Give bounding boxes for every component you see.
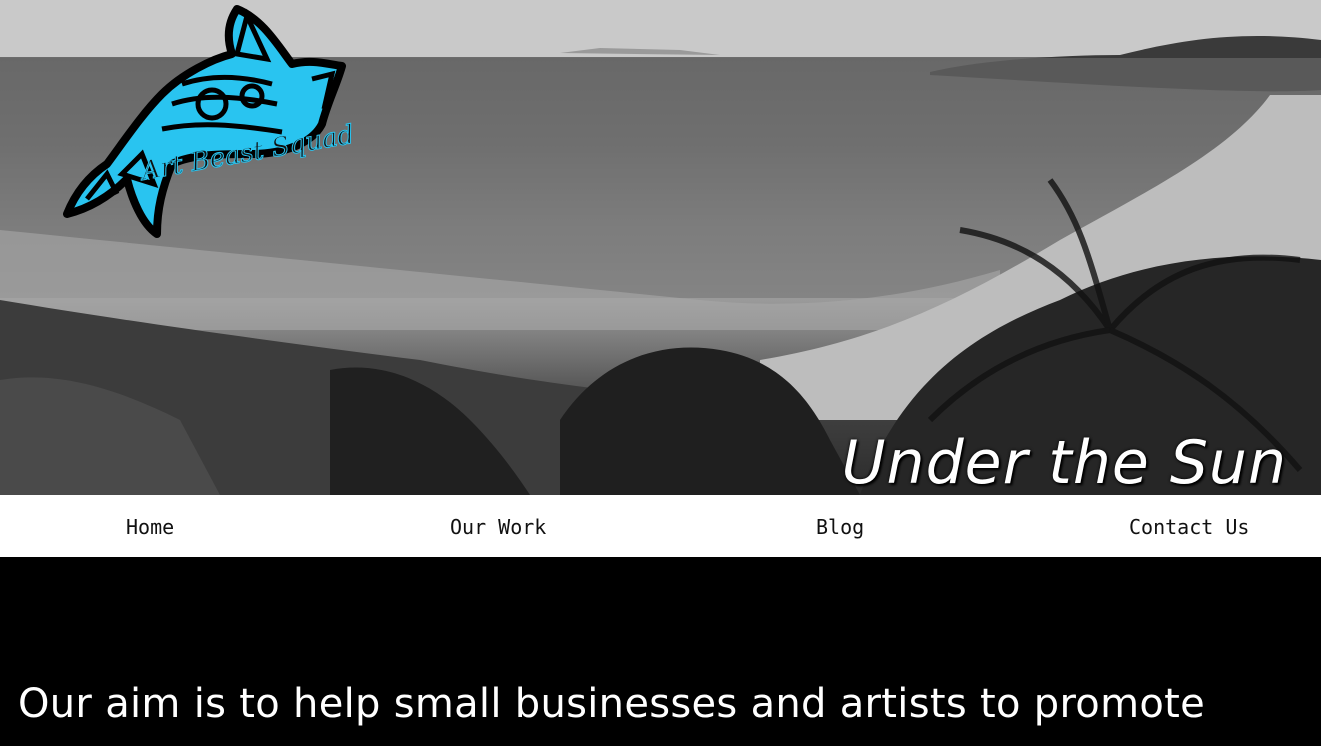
nav-blog[interactable]: Blog bbox=[816, 495, 864, 557]
hammerhead-logo-icon: Art Beast Squad bbox=[63, 5, 357, 238]
hero-banner: Art Beast Squad Under the Sun bbox=[0, 0, 1321, 495]
nav-our-work[interactable]: Our Work bbox=[450, 495, 546, 557]
main-nav: Home Our Work Blog Contact Us bbox=[0, 495, 1321, 557]
nav-home[interactable]: Home bbox=[126, 495, 174, 557]
main-content: Our aim is to help small businesses and … bbox=[0, 557, 1321, 746]
nav-contact-us[interactable]: Contact Us bbox=[1129, 495, 1249, 557]
aim-statement: Our aim is to help small businesses and … bbox=[18, 681, 1206, 727]
logo[interactable]: Art Beast Squad bbox=[62, 4, 372, 239]
hero-title: Under the Sun bbox=[841, 428, 1287, 495]
